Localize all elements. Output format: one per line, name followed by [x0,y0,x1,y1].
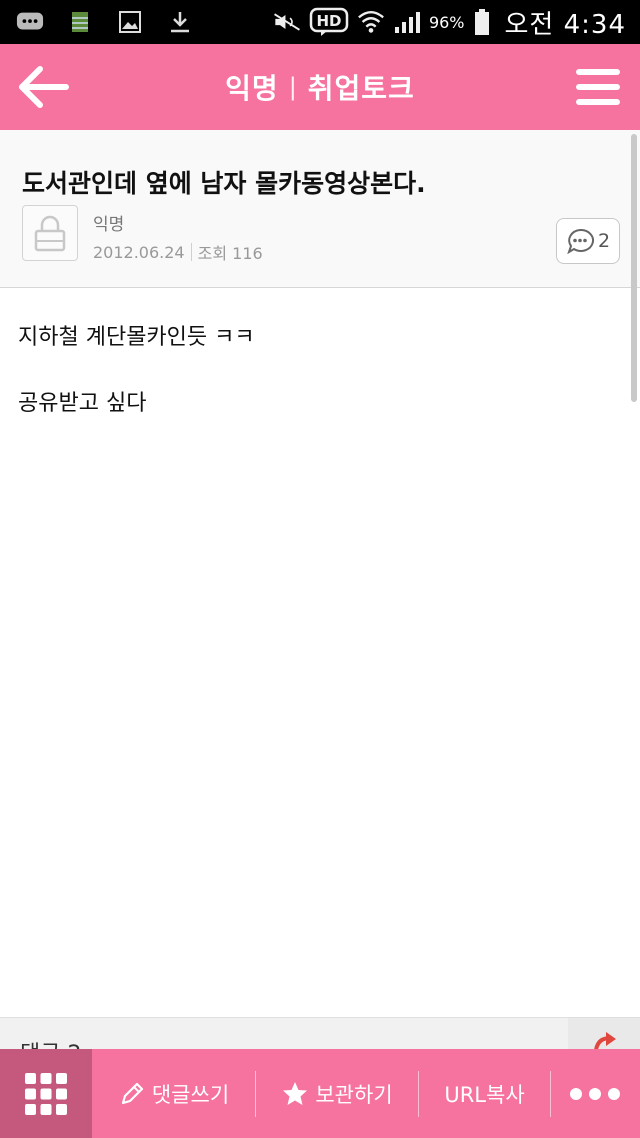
app-header: 익명 | 취업토크 [0,44,640,130]
speech-bubble-icon [567,228,594,254]
back-button[interactable] [14,58,72,116]
comment-count: 2 [597,230,611,252]
download-icon [166,10,194,34]
gallery-icon [116,10,144,34]
post-date: 2012.06.24 [93,242,185,262]
more-dot-icon [608,1087,620,1100]
status-bar: HD 96% 오전 4:34 [0,0,640,44]
comment-section-header[interactable]: 댓글 2 [0,1017,640,1049]
sub-board-name: 취업토크 [307,72,415,105]
write-comment-label: 댓글쓰기 [151,1082,230,1107]
post-title: 도서관인데 옆에 남자 몰카동영상본다. [22,169,426,198]
post-body-line: 공유받고 싶다 [18,391,147,416]
comment-count-button[interactable]: 2 [556,218,620,264]
battery-icon [473,9,491,35]
post-body-line: 지하철 계단몰카인듯 ㅋㅋ [18,325,255,350]
share-button[interactable] [568,1018,640,1049]
star-icon [283,1081,308,1105]
wifi-icon [357,10,385,34]
scrollbar[interactable] [631,134,637,402]
lock-icon [34,215,66,252]
post-meta: 2012.06.24 조회 116 [93,240,263,264]
title-separator: | [288,73,298,101]
post-body: 지하철 계단몰카인듯 ㅋㅋ 공유받고 싶다 [18,322,608,454]
bookmark-label: 보관하기 [315,1082,393,1107]
pencil-icon [121,1082,143,1104]
bookmark-button[interactable]: 보관하기 [256,1049,418,1138]
copy-url-button[interactable]: URL복사 [419,1049,550,1138]
bottom-toolbar: 댓글쓰기 보관하기 URL복사 [0,1049,640,1138]
more-dot-icon [589,1087,601,1100]
hd-icon: HD [309,7,349,36]
battery-percent: 96% [428,12,465,32]
grid-icon [25,1072,67,1115]
sim-icon [66,10,94,34]
write-comment-button[interactable]: 댓글쓰기 [92,1049,255,1138]
copy-url-label: URL복사 [444,1082,525,1107]
post-views: 조회 116 [197,244,263,263]
more-button[interactable] [551,1049,639,1138]
share-arrow-icon [594,1032,616,1049]
svg-text:HD: HD [316,12,341,30]
back-arrow-icon [19,66,69,108]
clock: 오전 4:34 [504,9,626,40]
mute-icon [273,10,301,34]
board-name: 익명 [225,72,279,105]
meta-divider [190,243,192,261]
message-icon [16,10,44,34]
more-dot-icon [570,1087,582,1100]
menu-button[interactable] [570,58,626,116]
hamburger-icon [576,69,620,105]
post-header: 도서관인데 옆에 남자 몰카동영상본다. 익명 2012.06.24 조회 11… [0,130,640,288]
avatar [22,205,78,261]
post-author: 익명 [93,215,125,235]
comment-section-label: 댓글 2 [20,1036,81,1049]
page-title: 익명 | 취업토크 [225,67,415,107]
grid-menu-button[interactable] [0,1049,92,1138]
signal-icon [393,10,421,34]
